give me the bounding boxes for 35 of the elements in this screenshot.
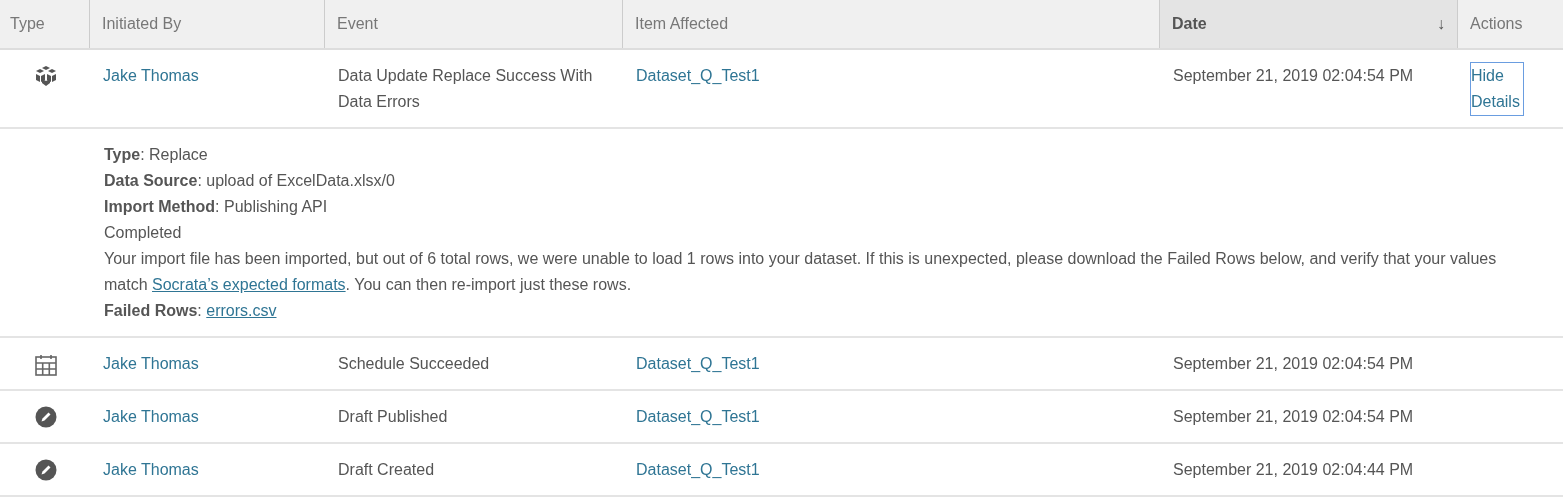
hide-details-link[interactable]: Hide Details (1471, 63, 1523, 115)
detail-label: Failed Rows: (104, 302, 202, 319)
date-text: September 21, 2019 02:04:54 PM (1173, 408, 1414, 425)
date-text: September 21, 2019 02:04:44 PM (1173, 461, 1414, 478)
user-link[interactable]: Jake Thomas (103, 355, 199, 372)
date-text: September 21, 2019 02:04:54 PM (1173, 355, 1414, 372)
column-header[interactable]: Date ↓ (1160, 0, 1458, 48)
detail-line: Data Source: upload of ExcelData.xlsx/0 (104, 171, 396, 191)
item-link[interactable]: Dataset_Q_Test1 (636, 461, 760, 478)
column-header[interactable]: Actions (1458, 0, 1563, 48)
event-text: Draft Published (338, 408, 448, 425)
user-link[interactable]: Jake Thomas (103, 461, 199, 478)
formats-link[interactable]: Socrata’s expected formats (152, 276, 346, 293)
column-header[interactable]: Type (0, 0, 90, 48)
file-link[interactable]: errors.csv (206, 302, 277, 319)
item-link[interactable]: Dataset_Q_Test1 (636, 355, 760, 372)
cubes-icon (34, 65, 57, 87)
pencil-icon (34, 459, 57, 481)
calendar-icon (33, 353, 58, 377)
event-text: Schedule Succeeded (338, 355, 490, 372)
detail-line: Type: Replace (104, 145, 209, 165)
item-link[interactable]: Dataset_Q_Test1 (636, 67, 760, 84)
detail-line: Import Method: Publishing API (104, 197, 329, 217)
event-text: Data Update Replace Success With Data Errors (338, 67, 593, 110)
column-header[interactable]: Event (325, 0, 623, 48)
event-text: Draft Created (338, 461, 435, 478)
detail-message: Your import file has been imported, but out of 6 total rows, we were unable to load 1 rows into your dataset. If this is unexpected, please download the Failed Rows below, and verify that your values match Socrata’s expected formats. You can then re-import just these rows. (104, 249, 1498, 295)
column-header[interactable]: Initiated By (90, 0, 325, 48)
date-text: September 21, 2019 02:04:54 PM (1173, 67, 1414, 84)
user-link[interactable]: Jake Thomas (103, 408, 199, 425)
detail-line: Completed (104, 223, 183, 243)
item-link[interactable]: Dataset_Q_Test1 (636, 408, 760, 425)
user-link[interactable]: Jake Thomas (103, 67, 199, 84)
sort-arrow: ↓ (1437, 15, 1445, 33)
pencil-icon (34, 406, 57, 428)
